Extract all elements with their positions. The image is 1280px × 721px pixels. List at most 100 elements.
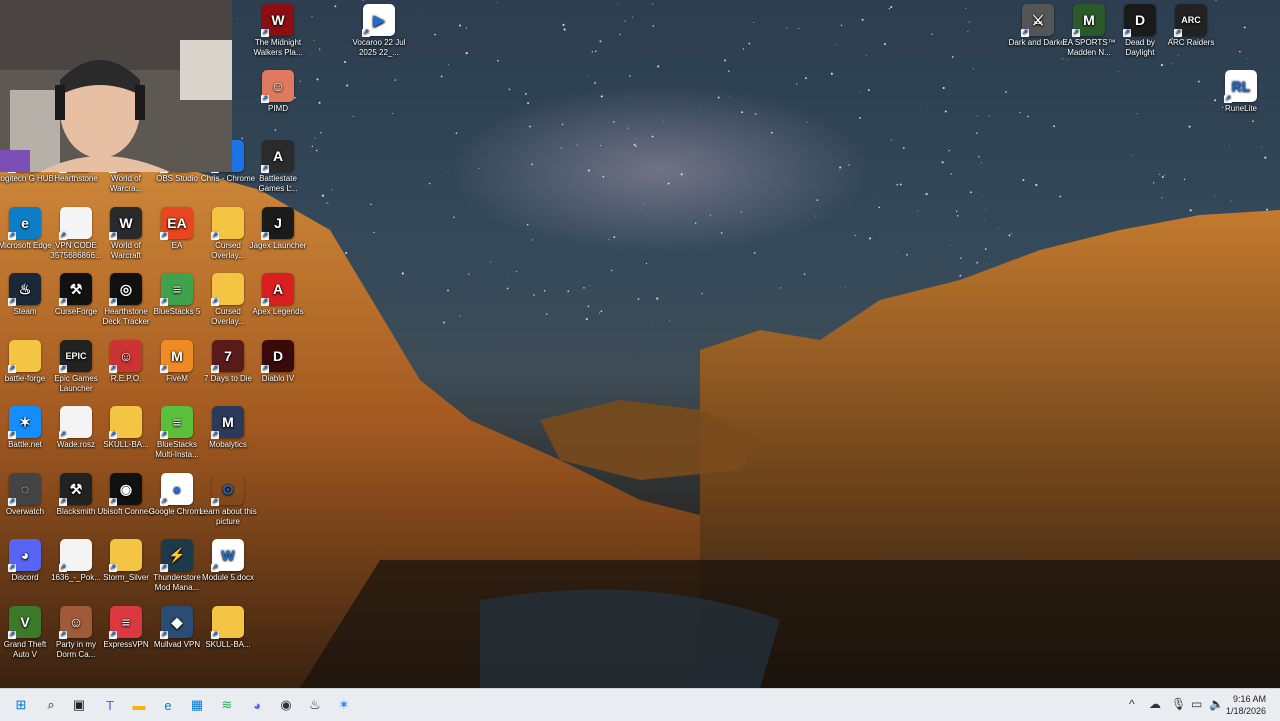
desktop-icon-skull-ba[interactable]: ↗SKULL-BA... [198,606,258,650]
the-midnight-walkers-pla-icon: W↗ [262,4,294,36]
desktop-icon-jagex-launcher[interactable]: J↗ Jagex Launcher [248,207,308,251]
shortcut-arrow-icon: ↗ [211,631,219,639]
desktop-icon-pimd[interactable]: ☺↗ PIMD [248,70,308,114]
curseforge-icon: ⚒↗ [60,273,92,305]
shortcut-arrow-icon: ↗ [8,232,16,240]
skull-ba-icon: ↗ [212,606,244,638]
desktop-icon-label: ARC Raiders [1161,38,1221,48]
shortcut-arrow-icon: ↗ [261,232,269,240]
search-icon[interactable]: ⌕ [40,694,62,716]
teams-icon[interactable]: T [99,694,121,716]
mullvad-vpn-icon: ◆↗ [161,606,193,638]
storm-silver-icon: ↗ [110,539,142,571]
onedrive-icon[interactable]: ☁ [1149,697,1161,711]
shortcut-arrow-icon: ↗ [160,431,168,439]
desktop-icon-label: Diablo IV [248,374,308,384]
shortcut-arrow-icon: ↗ [211,431,219,439]
microsoft-edge-icon: e↗ [9,207,41,239]
microphone-icon[interactable]: 🎙 [1171,697,1186,711]
cursed-overlay-icon: ↗ [212,207,244,239]
shortcut-arrow-icon: ↗ [261,95,269,103]
battle-forge-icon: ↗ [9,340,41,372]
shortcut-arrow-icon: ↗ [8,631,16,639]
desktop-icon-battlestate-games-l[interactable]: A↗Battlestate Games L... [248,140,308,194]
shortcut-arrow-icon: ↗ [160,298,168,306]
r-e-p-o-icon: ☺↗ [110,340,142,372]
desktop-icon-vocaroo-22-jul-2025-22[interactable]: ▶↗Vocaroo 22 Jul 2025 22_... [349,4,409,58]
show-hidden-icons-chevron[interactable]: ^ [1129,697,1135,711]
desktop-icon-module-5-docx[interactable]: W↗Module 5.docx [198,539,258,583]
file-explorer-icon[interactable]: ▬ [128,694,150,716]
discord-icon[interactable]: ◕ [246,694,268,716]
desktop-icon-label: The Midnight Walkers Pla... [248,38,308,58]
apex-legends-icon: A↗ [262,273,294,305]
grand-theft-auto-v-icon: V↗ [9,606,41,638]
shortcut-arrow-icon: ↗ [59,498,67,506]
1636-pok-icon: ↗ [60,539,92,571]
task-view-icon[interactable]: ▣ [68,694,90,716]
shortcut-arrow-icon: ↗ [261,165,269,173]
desktop-icon-mobalytics[interactable]: M↗Mobalytics [198,406,258,450]
battlestate-games-l-icon: A↗ [262,140,294,172]
world-of-warcraft-icon: W↗ [110,207,142,239]
party-in-my-dorm-ca-icon: ☺↗ [60,606,92,638]
overwatch-icon: ◌↗ [9,473,41,505]
steam-icon[interactable]: ♨ [304,694,326,716]
webcam-overlay [0,0,232,172]
desktop-icon-diablo-iv[interactable]: D↗Diablo IV [248,340,308,384]
shortcut-arrow-icon: ↗ [8,298,16,306]
shortcut-arrow-icon: ↗ [160,498,168,506]
taskbar-clock[interactable]: 9:16 AM 1/18/2026 [1226,693,1266,717]
vocaroo-22-jul-2025-22-icon: ▶↗ [363,4,395,36]
ubisoft-connect-icon: ◉↗ [110,473,142,505]
app-icon[interactable]: ◉ [275,694,297,716]
bluestacks-5-icon: ≡↗ [161,273,193,305]
shortcut-arrow-icon: ↗ [109,631,117,639]
shortcut-arrow-icon: ↗ [8,431,16,439]
shortcut-arrow-icon: ↗ [59,564,67,572]
steam-icon: ♨↗ [9,273,41,305]
battlenet-icon[interactable]: ✶ [333,694,355,716]
google-chrome-icon: ●↗ [161,473,193,505]
clock-date: 1/18/2026 [1226,705,1266,717]
shortcut-arrow-icon: ↗ [211,365,219,373]
shortcut-arrow-icon: ↗ [1224,95,1232,103]
store-icon[interactable]: ▦ [186,694,208,716]
module-5-docx-icon: W↗ [212,539,244,571]
start-button[interactable]: ⊞ [10,694,32,716]
shortcut-arrow-icon: ↗ [59,431,67,439]
bluestacks-multi-insta-icon: ≡↗ [161,406,193,438]
jagex-launcher-icon: J↗ [262,207,294,239]
shortcut-arrow-icon: ↗ [59,631,67,639]
shortcut-arrow-icon: ↗ [8,365,16,373]
volume-icon[interactable]: 🔈 [1209,697,1224,711]
desktop-icon-apex-legends[interactable]: A↗Apex Legends [248,273,308,317]
shortcut-arrow-icon: ↗ [160,564,168,572]
desktop-icon-arc-raiders[interactable]: ARC↗ ARC Raiders [1161,4,1221,48]
runelite-icon: RL↗ [1225,70,1257,102]
7-days-to-die-icon: 7↗ [212,340,244,372]
desktop-icon-label: Jagex Launcher [248,241,308,251]
desktop-icon-the-midnight-walkers-pla[interactable]: W↗The Midnight Walkers Pla... [248,4,308,58]
shortcut-arrow-icon: ↗ [211,298,219,306]
network-icon[interactable]: ▭ [1191,697,1202,711]
shortcut-arrow-icon: ↗ [109,564,117,572]
arc-raiders-icon: ARC↗ [1175,4,1207,36]
shortcut-arrow-icon: ↗ [261,298,269,306]
pimd-icon: ☺↗ [262,70,294,102]
desktop-icon-label: Mobalytics [198,440,258,450]
shortcut-arrow-icon: ↗ [1174,29,1182,37]
spotify-icon[interactable]: ≋ [216,694,238,716]
desktop-icon-learn-about-this-picture[interactable]: ⊙↗Learn about this picture [198,473,258,527]
shortcut-arrow-icon: ↗ [160,631,168,639]
edge-icon[interactable]: e [157,694,179,716]
fivem-icon: M↗ [161,340,193,372]
desktop-icon-label: PIMD [248,104,308,114]
shortcut-arrow-icon: ↗ [160,232,168,240]
shortcut-arrow-icon: ↗ [1021,29,1029,37]
skull-ba-icon: ↗ [110,406,142,438]
cursed-overlay-icon: ↗ [212,273,244,305]
desktop-icon-runelite[interactable]: RL↗RuneLite [1211,70,1271,114]
clock-time: 9:16 AM [1226,693,1266,705]
shortcut-arrow-icon: ↗ [109,431,117,439]
